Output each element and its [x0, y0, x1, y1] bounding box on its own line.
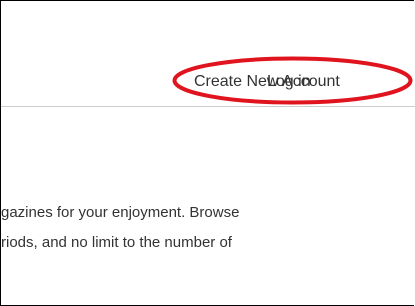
- header-divider: [1, 106, 415, 107]
- header-bar: Log in Create New Account: [1, 1, 415, 106]
- create-new-account-link[interactable]: Create New Account: [194, 73, 340, 91]
- description-line-2: riods, and no limit to the number of: [1, 234, 232, 251]
- description-line-1: gazines for your enjoyment. Browse: [1, 204, 240, 221]
